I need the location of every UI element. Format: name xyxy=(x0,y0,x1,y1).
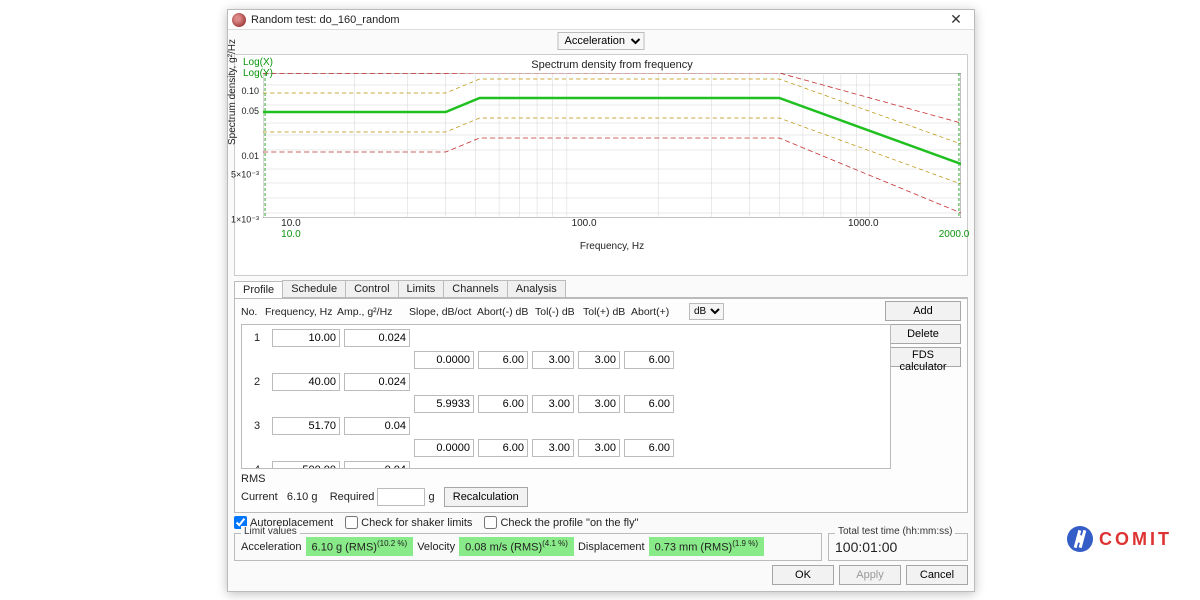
check-shaker-limits-checkbox[interactable]: Check for shaker limits xyxy=(345,516,472,529)
abort-minus-input[interactable] xyxy=(478,395,528,413)
total-test-time-value: 100:01:00 xyxy=(835,539,961,555)
limit-acceleration: 6.10 g (RMS)(10.2 %) xyxy=(306,537,414,556)
abort-minus-input[interactable] xyxy=(478,439,528,457)
tol-minus-input[interactable] xyxy=(532,351,574,369)
tol-plus-input[interactable] xyxy=(578,395,620,413)
tab-analysis[interactable]: Analysis xyxy=(507,280,566,297)
rms-current: 6.10 g xyxy=(287,491,318,503)
profile-panel: Add Delete FDS calculator No. Frequency,… xyxy=(234,298,968,513)
table-row: 4 xyxy=(246,459,886,469)
tol-minus-input[interactable] xyxy=(532,395,574,413)
table-row: 2 xyxy=(246,371,886,393)
check-on-the-fly-checkbox[interactable]: Check the profile "on the fly" xyxy=(484,516,638,529)
quantity-dropdown[interactable]: Acceleration xyxy=(558,32,645,50)
chart-xlabel: Frequency, Hz xyxy=(263,241,961,252)
breakpoint-table: 12345 xyxy=(241,324,891,469)
cancel-button[interactable]: Cancel xyxy=(906,565,968,585)
segment-row xyxy=(414,393,886,415)
abort-plus-input[interactable] xyxy=(624,351,674,369)
chart-yticks: 0.10 0.05 0.01 5×10⁻³ 1×10⁻³ xyxy=(235,79,261,224)
add-button[interactable]: Add xyxy=(885,301,961,321)
abort-plus-input[interactable] xyxy=(624,439,674,457)
chart-svg xyxy=(263,73,961,218)
tol-plus-input[interactable] xyxy=(578,351,620,369)
slope-input[interactable] xyxy=(414,439,474,457)
brand-mark-icon xyxy=(1067,526,1093,552)
limit-velocity: 0.08 m/s (RMS)(4.1 %) xyxy=(459,537,574,556)
log-axis-toggle[interactable]: Log(X) Log(Y) xyxy=(243,57,273,79)
table-row: 1 xyxy=(246,327,886,349)
amp-input[interactable] xyxy=(344,329,410,347)
segment-row xyxy=(414,437,886,459)
brand-logo: COMIT xyxy=(1067,526,1172,552)
tol-plus-input[interactable] xyxy=(578,439,620,457)
freq-input[interactable] xyxy=(272,373,340,391)
amp-input[interactable] xyxy=(344,417,410,435)
slope-input[interactable] xyxy=(414,395,474,413)
amp-input[interactable] xyxy=(344,373,410,391)
tab-bar: Profile Schedule Control Limits Channels… xyxy=(234,280,968,298)
tab-schedule[interactable]: Schedule xyxy=(282,280,346,297)
segment-row xyxy=(414,349,886,371)
unit-dropdown[interactable]: dB xyxy=(689,303,724,320)
rms-required-input[interactable] xyxy=(377,488,425,506)
table-row: 3 xyxy=(246,415,886,437)
app-icon xyxy=(232,13,246,27)
freq-input[interactable] xyxy=(272,461,340,469)
limit-values-group: Limit values Acceleration 6.10 g (RMS)(1… xyxy=(234,533,822,561)
freq-input[interactable] xyxy=(272,417,340,435)
tab-limits[interactable]: Limits xyxy=(398,280,445,297)
rms-row: RMS Current 6.10 g Required g Recalculat… xyxy=(241,473,961,507)
chart-xticks: 10.0 100.0 1000.0 10.0 2000.0 xyxy=(263,218,961,240)
tol-minus-input[interactable] xyxy=(532,439,574,457)
column-headers: No. Frequency, Hz Amp., g²/Hz Slope, dB/… xyxy=(241,303,961,324)
freq-input[interactable] xyxy=(272,329,340,347)
tab-control[interactable]: Control xyxy=(345,280,398,297)
close-icon[interactable]: ✕ xyxy=(942,10,970,30)
tab-channels[interactable]: Channels xyxy=(443,280,507,297)
amp-input[interactable] xyxy=(344,461,410,469)
apply-button[interactable]: Apply xyxy=(839,565,901,585)
slope-input[interactable] xyxy=(414,351,474,369)
dialog-footer: OK Apply Cancel xyxy=(234,565,968,585)
abort-minus-input[interactable] xyxy=(478,351,528,369)
chart-title: Spectrum density from frequency xyxy=(263,59,961,71)
window-title: Random test: do_160_random xyxy=(251,14,400,26)
recalculation-button[interactable]: Recalculation xyxy=(444,487,528,507)
tab-profile[interactable]: Profile xyxy=(234,281,283,298)
total-test-time-group: Total test time (hh:mm:ss) 100:01:00 xyxy=(828,533,968,561)
delete-button[interactable]: Delete xyxy=(885,324,961,344)
titlebar: Random test: do_160_random ✕ xyxy=(228,10,974,30)
chart-panel: Log(X) Log(Y) Spectrum density from freq… xyxy=(234,54,968,276)
limit-displacement: 0.73 mm (RMS)(1.9 %) xyxy=(649,537,764,556)
fds-calculator-button[interactable]: FDS calculator xyxy=(885,347,961,367)
ok-button[interactable]: OK xyxy=(772,565,834,585)
abort-plus-input[interactable] xyxy=(624,395,674,413)
random-test-window: Random test: do_160_random ✕ Acceleratio… xyxy=(227,9,975,592)
